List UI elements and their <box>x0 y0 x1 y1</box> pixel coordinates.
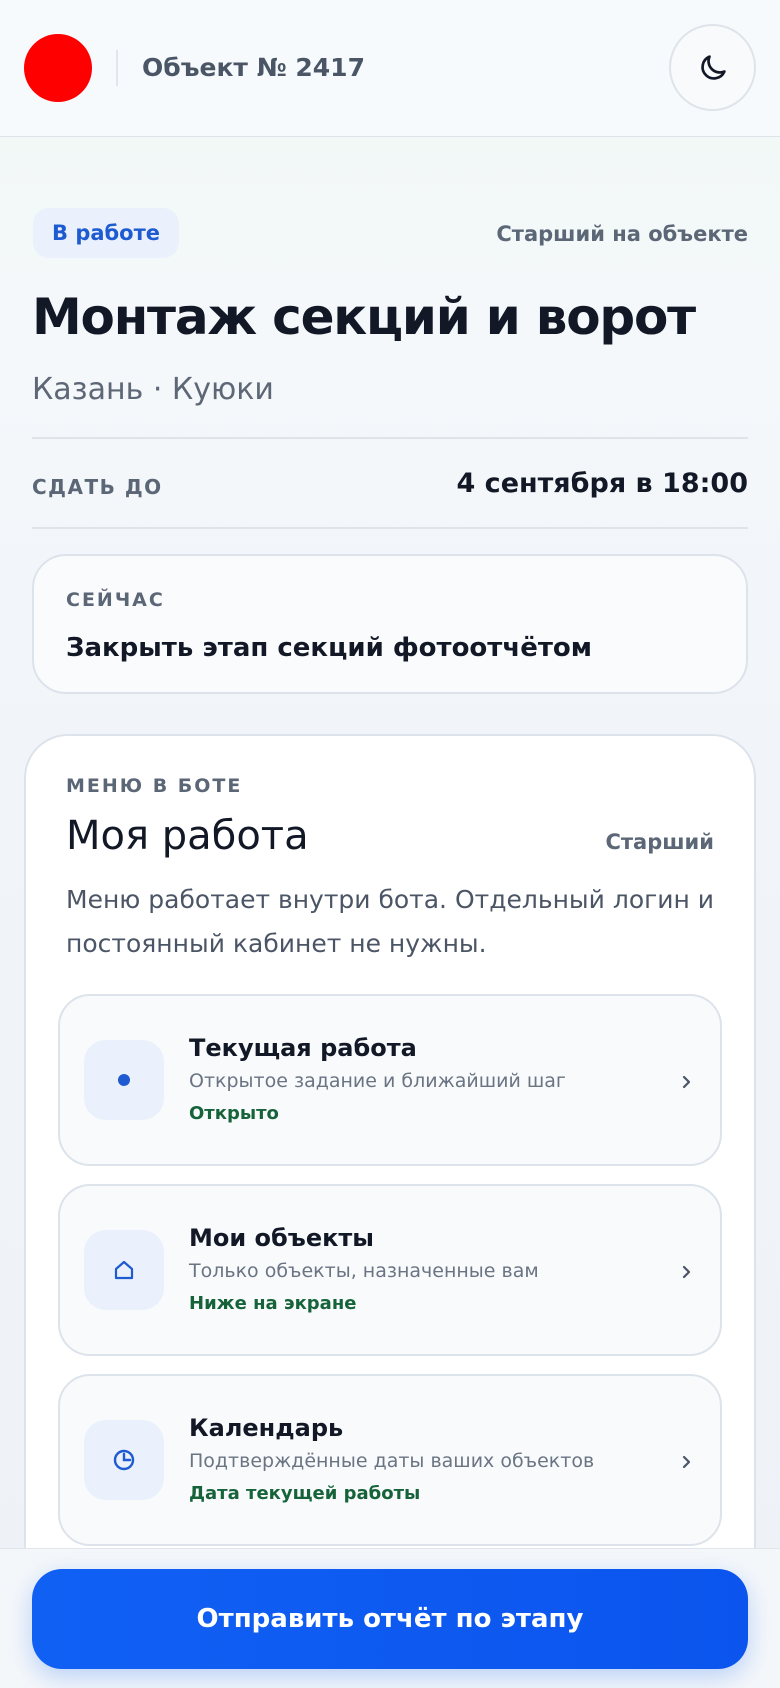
menu-item-current-work[interactable]: Текущая работа Открытое задание и ближай… <box>58 994 722 1166</box>
app-header: Объект № 2417 <box>0 0 780 137</box>
dot-icon <box>118 1074 130 1086</box>
object-title: Объект № 2417 <box>142 53 365 82</box>
menu-item-title: Календарь <box>189 1414 344 1442</box>
bottom-action-bar: Отправить отчёт по этапу <box>0 1548 780 1688</box>
menu-section-label: МЕНЮ В БОТЕ <box>66 775 243 797</box>
header-divider <box>116 50 118 86</box>
bot-menu-card: МЕНЮ В БОТЕ Моя работа Старший Меню рабо… <box>24 734 756 1688</box>
current-step-label: СЕЙЧАС <box>66 589 165 611</box>
menu-item-title: Текущая работа <box>189 1034 417 1062</box>
chevron-right-icon <box>680 1442 694 1482</box>
theme-toggle-button[interactable] <box>669 24 756 111</box>
house-icon <box>114 1260 134 1280</box>
menu-item-icon-box <box>84 1040 164 1120</box>
submit-report-button[interactable]: Отправить отчёт по этапу <box>32 1569 748 1669</box>
menu-role-label: Старший <box>605 830 714 854</box>
page-title: Монтаж секций и ворот <box>32 288 696 346</box>
menu-item-my-objects[interactable]: Мои объекты Только объекты, назначенные … <box>58 1184 722 1356</box>
deadline-label: СДАТЬ ДО <box>32 475 163 499</box>
menu-item-subtitle: Открытое задание и ближайший шаг <box>189 1070 566 1092</box>
job-location: Казань · Куюки <box>32 372 274 407</box>
moon-icon <box>700 54 726 80</box>
status-badge: В работе <box>33 208 180 258</box>
current-step-text: Закрыть этап секций фотоотчётом <box>66 633 593 663</box>
menu-item-calendar[interactable]: Календарь Подтверждённые даты ваших объе… <box>58 1374 722 1546</box>
menu-item-subtitle: Подтверждённые даты ваших объектов <box>189 1450 595 1472</box>
brand-logo <box>24 34 92 102</box>
menu-item-icon-box <box>84 1420 164 1500</box>
current-step-card: СЕЙЧАС Закрыть этап секций фотоотчётом <box>32 554 748 694</box>
menu-item-icon-box <box>84 1230 164 1310</box>
divider <box>32 437 748 439</box>
menu-item-status: Дата текущей работы <box>189 1483 421 1504</box>
menu-item-status: Ниже на экране <box>189 1293 357 1314</box>
menu-title: Моя работа <box>66 813 309 859</box>
divider <box>32 527 748 529</box>
menu-item-status: Открыто <box>189 1103 279 1124</box>
role-label: Старший на объекте <box>496 222 748 246</box>
menu-item-title: Мои объекты <box>189 1224 375 1252</box>
menu-description: Меню работает внутри бота. Отдельный лог… <box>66 885 715 958</box>
chevron-right-icon <box>680 1062 694 1102</box>
menu-item-subtitle: Только объекты, назначенные вам <box>189 1260 539 1282</box>
deadline-value: 4 сентября в 18:00 <box>456 468 749 499</box>
clock-icon <box>113 1449 135 1471</box>
chevron-right-icon <box>680 1252 694 1292</box>
